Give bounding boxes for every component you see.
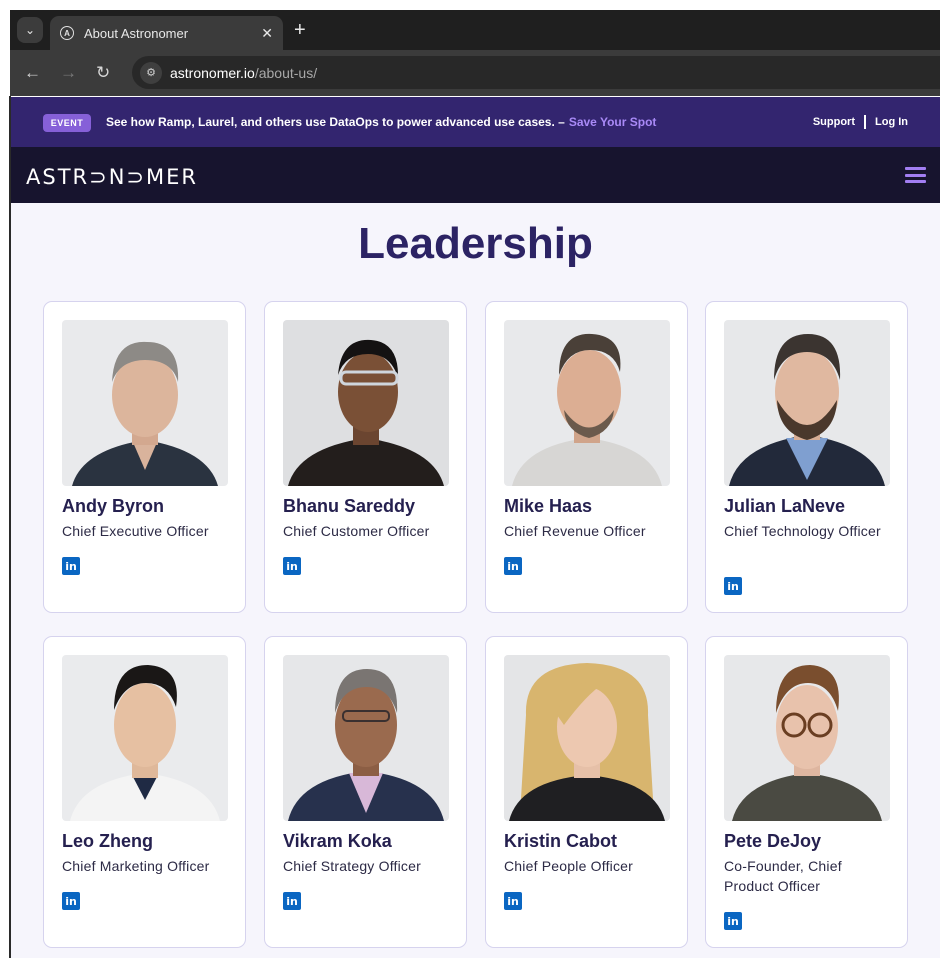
leader-card: Leo Zheng Chief Marketing Officer in [43,636,246,948]
back-arrow-icon[interactable]: ← [24,63,41,83]
linkedin-icon[interactable]: in [283,557,301,575]
leader-name: Mike Haas [504,496,593,516]
url-text: astronomer.io/about-us/ [170,65,317,81]
leader-title: Co-Founder, Chief Product Officer [724,858,842,894]
leader-photo [62,320,228,486]
leader-name: Bhanu Sareddy [283,496,416,516]
leader-photo [283,655,449,821]
leader-title: Chief Technology Officer [724,523,881,539]
event-banner: EVENT See how Ramp, Laurel, and others u… [11,97,940,147]
leader-card: Kristin Cabot Chief People Officer in [485,636,688,948]
leader-photo [504,655,670,821]
event-badge: EVENT [43,114,91,132]
leadership-section: Leadership Andy Byron Chief Executive Of… [11,203,940,958]
linkedin-icon[interactable]: in [62,892,80,910]
url-host: astronomer.io [170,64,255,81]
leader-title: Chief Executive Officer [62,523,209,539]
banner-utility-links: Support Log In [813,115,908,129]
login-link[interactable]: Log In [875,116,908,128]
leader-name: Leo Zheng [62,831,153,851]
leader-name: Pete DeJoy [724,831,822,851]
leader-card: Bhanu Sareddy Chief Customer Officer in [264,301,467,613]
leader-title: Chief Strategy Officer [283,858,421,874]
leader-name: Vikram Koka [283,831,392,851]
leader-photo [62,655,228,821]
tab-search-button[interactable]: ⌄ [17,17,43,43]
leader-title: Chief Revenue Officer [504,523,646,539]
linkedin-icon[interactable]: in [504,892,522,910]
linkedin-icon[interactable]: in [504,557,522,575]
leader-name: Julian LaNeve [724,496,846,516]
linkedin-icon[interactable]: in [724,577,742,595]
tab-close-icon[interactable]: ✕ [261,25,273,42]
new-tab-icon[interactable]: + [294,19,306,41]
leader-card: Andy Byron Chief Executive Officer in [43,301,246,613]
leader-photo [724,320,890,486]
banner-message: See how Ramp, Laurel, and others use Dat… [106,115,656,129]
leader-title: Chief Marketing Officer [62,858,210,874]
leader-photo [283,320,449,486]
linkedin-icon[interactable]: in [283,892,301,910]
hamburger-menu-icon[interactable] [905,167,926,183]
leader-title: Chief Customer Officer [283,523,430,539]
browser-tab-bar: ⌄ A About Astronomer ✕ + [10,10,940,50]
banner-message-text: See how Ramp, Laurel, and others use Dat… [106,115,565,129]
leader-card: Mike Haas Chief Revenue Officer in [485,301,688,613]
astronomer-logo[interactable]: ASTR⊃N⊃MER [26,165,198,189]
astronomer-favicon-icon: A [60,26,74,40]
leader-card: Vikram Koka Chief Strategy Officer in [264,636,467,948]
forward-arrow-icon[interactable]: → [60,63,77,83]
linkedin-icon[interactable]: in [724,912,742,930]
leader-title: Chief People Officer [504,858,634,874]
reload-icon[interactable]: ↻ [96,63,110,83]
leader-photo [504,320,670,486]
site-header: ASTR⊃N⊃MER [11,147,940,203]
browser-toolbar: ← → ↻ ⚙ astronomer.io/about-us/ [10,50,940,96]
leader-name: Kristin Cabot [504,831,618,851]
leader-card: Julian LaNeve Chief Technology Officer i… [705,301,908,613]
address-bar[interactable]: ⚙ astronomer.io/about-us/ [132,56,940,89]
page-title: Leadership [358,219,593,268]
site-settings-icon[interactable]: ⚙ [140,61,162,84]
leader-photo [724,655,890,821]
support-link[interactable]: Support [813,116,855,128]
leader-name: Andy Byron [62,496,165,516]
divider [864,115,866,129]
tab-title: About Astronomer [84,25,189,41]
linkedin-icon[interactable]: in [62,557,80,575]
browser-tab[interactable]: A About Astronomer ✕ [50,16,283,50]
save-your-spot-link[interactable]: Save Your Spot [569,115,657,129]
url-path: /about-us/ [254,64,318,81]
leader-card: Pete DeJoy Co-Founder, Chief Product Off… [705,636,908,948]
